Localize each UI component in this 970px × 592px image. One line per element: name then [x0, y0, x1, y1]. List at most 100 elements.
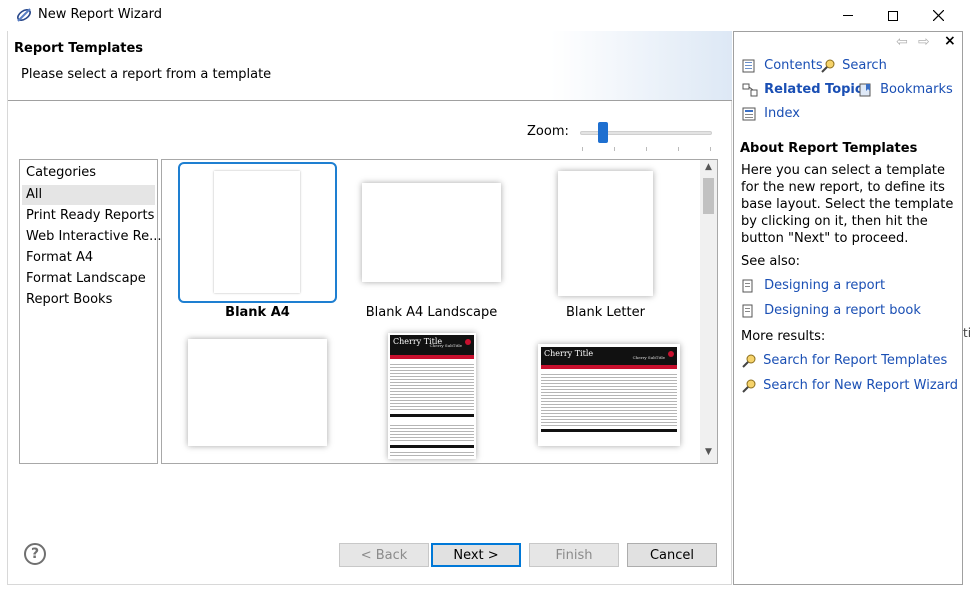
search-icon	[821, 59, 835, 73]
help-about-title: About Report Templates	[740, 141, 918, 156]
thumbnail-title-band: Cherry Title Cherry SubTitle	[541, 347, 677, 365]
thumbnail-title: Cherry Title	[544, 349, 594, 358]
thumbnail-title-band: Cherry Title Cherry SubTitle	[390, 335, 474, 355]
category-format-a4[interactable]: Format A4	[26, 248, 93, 268]
help-link-designing-report-book[interactable]: Designing a report book	[742, 303, 921, 318]
help-nav-related-topics[interactable]: Related Topics	[742, 82, 870, 97]
help-link-designing-report[interactable]: Designing a report	[742, 278, 885, 293]
categories-list: Categories All Print Ready Reports Web I…	[19, 159, 161, 464]
help-pane: ⇦ ⇨ × Contents Search Related Topics Boo…	[733, 31, 963, 585]
forward-arrow-icon[interactable]: ⇨	[918, 34, 930, 50]
thumbnail-lines	[390, 450, 474, 458]
zoom-tick	[710, 147, 711, 151]
template-blank-letter-landscape[interactable]	[178, 328, 337, 463]
title-bar: New Report Wizard	[0, 0, 970, 31]
help-see-also-label: See also:	[741, 254, 801, 269]
template-blank-letter[interactable]	[526, 162, 685, 303]
zoom-tick	[614, 147, 615, 151]
help-link-label: Search for Report Templates	[763, 353, 948, 368]
template-cherry-landscape[interactable]: Cherry Title Cherry SubTitle	[526, 328, 685, 463]
category-format-landscape[interactable]: Format Landscape	[26, 269, 146, 289]
categories-header: Categories	[26, 165, 97, 180]
background-window-edge: ti	[963, 326, 970, 340]
help-more-results-label: More results:	[741, 329, 826, 344]
templates-grid: Blank A4 Blank A4 Landscape Blank Letter…	[161, 159, 718, 464]
zoom-slider-thumb[interactable]	[598, 122, 608, 143]
topic-icon	[742, 304, 753, 317]
close-icon[interactable]: ×	[944, 33, 956, 49]
help-nav-contents-label: Contents	[764, 58, 823, 73]
finish-button[interactable]: Finish	[529, 543, 619, 567]
category-web-interactive[interactable]: Web Interactive Re...	[26, 227, 161, 247]
thumbnail-lines	[390, 423, 474, 443]
category-print-ready[interactable]: Print Ready Reports	[26, 206, 154, 226]
thumbnail-lines	[390, 362, 474, 412]
template-cherry-portrait[interactable]: Cherry Title Cherry SubTitle	[352, 328, 511, 463]
cancel-button[interactable]: Cancel	[627, 543, 717, 567]
template-label: Blank A4	[225, 305, 290, 320]
book-icon	[742, 59, 755, 72]
wizard-header: Report Templates Please select a report …	[8, 31, 732, 101]
thumbnail-subtitle: Cherry SubTitle	[632, 355, 665, 360]
scrollbar-thumb[interactable]	[703, 178, 714, 214]
template-blank-a4[interactable]	[178, 162, 337, 303]
index-icon	[742, 107, 756, 120]
minimize-icon	[843, 15, 853, 16]
eclipse-wand-icon	[17, 8, 31, 22]
help-nav-bookmarks-label: Bookmarks	[880, 82, 953, 97]
maximize-button[interactable]	[870, 0, 916, 31]
zoom-tick	[678, 147, 679, 151]
help-toolbar: ⇦ ⇨ ×	[734, 32, 962, 54]
page-subtitle: Please select a report from a template	[21, 67, 272, 82]
topic-icon	[742, 279, 753, 292]
search-icon	[742, 379, 756, 393]
help-nav-index[interactable]: Index	[742, 106, 800, 121]
minimize-button[interactable]	[825, 0, 871, 31]
cherry-icon	[465, 339, 471, 345]
back-button[interactable]: < Back	[339, 543, 429, 567]
maximize-icon	[888, 10, 898, 21]
thumbnail-red-bar	[390, 355, 474, 359]
template-thumbnail: Cherry Title Cherry SubTitle	[388, 333, 476, 459]
help-nav-search[interactable]: Search	[820, 58, 887, 73]
templates-scrollbar[interactable]: ▲ ▼	[700, 160, 717, 463]
wizard-pane: Report Templates Please select a report …	[7, 31, 732, 585]
category-report-books[interactable]: Report Books	[26, 290, 112, 310]
help-nav-contents[interactable]: Contents	[742, 58, 823, 73]
related-topics-icon	[742, 83, 758, 96]
help-link-label: Designing a report book	[764, 303, 921, 318]
close-button[interactable]	[915, 0, 961, 31]
help-nav-search-label: Search	[842, 58, 887, 73]
zoom-tick	[582, 147, 583, 151]
help-link-label: Designing a report	[764, 278, 886, 293]
scroll-down-icon[interactable]: ▼	[700, 447, 717, 461]
zoom-tick	[646, 147, 647, 151]
thumbnail-black-bar	[541, 429, 677, 432]
scroll-up-icon[interactable]: ▲	[700, 162, 717, 176]
template-thumbnail	[214, 171, 300, 293]
help-link-search-new-report-wizard[interactable]: Search for New Report Wizard	[741, 378, 958, 393]
help-link-label: Search for New Report Wizard	[763, 378, 958, 393]
category-all[interactable]: All	[22, 185, 155, 205]
thumbnail-red-bar	[541, 365, 677, 369]
help-button[interactable]: ?	[24, 543, 46, 565]
cherry-icon	[668, 351, 674, 357]
close-icon	[932, 10, 944, 21]
back-arrow-icon[interactable]: ⇦	[896, 34, 908, 50]
next-button[interactable]: Next >	[431, 543, 521, 567]
help-link-search-report-templates[interactable]: Search for Report Templates	[741, 353, 947, 368]
thumbnail-lines	[541, 372, 677, 426]
template-blank-a4-landscape[interactable]	[352, 162, 511, 303]
page-title: Report Templates	[14, 41, 144, 56]
template-label: Blank A4 Landscape	[365, 305, 498, 320]
search-icon	[742, 354, 756, 368]
template-thumbnail	[362, 183, 501, 282]
help-nav-related-topics-label: Related Topics	[764, 82, 871, 97]
template-thumbnail	[558, 171, 653, 296]
template-thumbnail	[188, 339, 327, 446]
help-nav-bookmarks[interactable]: Bookmarks	[858, 82, 953, 97]
zoom-label: Zoom:	[527, 124, 569, 139]
thumbnail-black-bar	[390, 414, 474, 417]
bookmarks-icon	[859, 83, 871, 96]
template-thumbnail: Cherry Title Cherry SubTitle	[538, 344, 680, 446]
